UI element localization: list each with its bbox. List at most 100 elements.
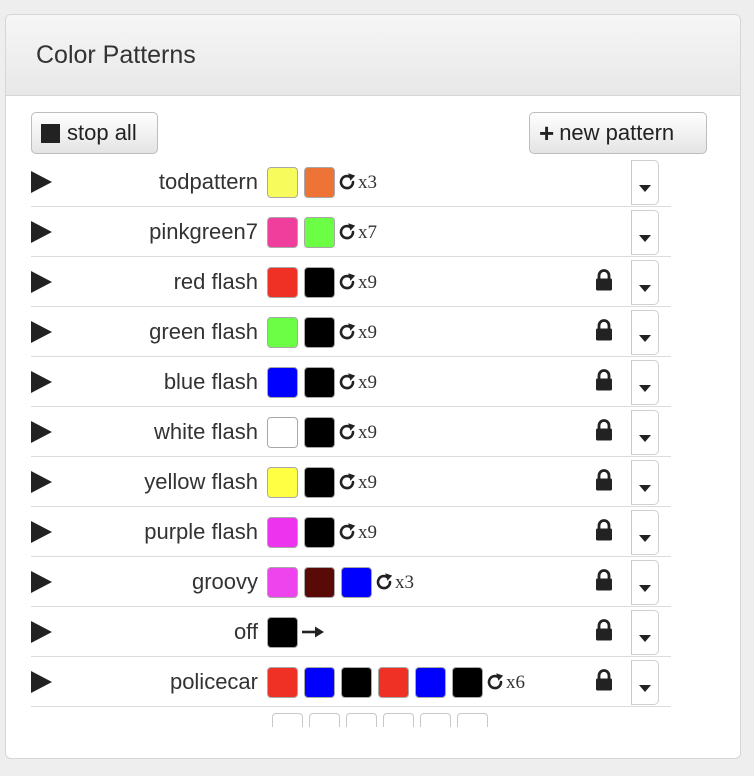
repeat-indicator: x3 xyxy=(374,572,414,592)
pattern-menu-button[interactable] xyxy=(631,360,659,405)
pattern-name[interactable]: red flash xyxy=(174,269,258,295)
lock-icon xyxy=(593,368,615,392)
play-icon[interactable] xyxy=(31,671,52,693)
pattern-row: blue flash x9 xyxy=(31,357,671,407)
color-swatch[interactable] xyxy=(304,316,335,348)
pattern-name[interactable]: yellow flash xyxy=(144,469,258,495)
color-swatches xyxy=(267,615,325,649)
color-swatches: x7 xyxy=(267,215,377,249)
color-swatch[interactable] xyxy=(304,216,335,248)
color-swatch[interactable] xyxy=(378,666,409,698)
caret-down-icon xyxy=(639,685,651,692)
color-swatch[interactable] xyxy=(267,266,298,298)
color-swatches: x6 xyxy=(267,665,525,699)
pattern-list: todpattern x3 pinkgreen7 x7 red flash x9 green… xyxy=(31,157,671,727)
pattern-name[interactable]: blue flash xyxy=(164,369,258,395)
color-swatch[interactable] xyxy=(267,566,298,598)
play-icon[interactable] xyxy=(31,371,52,393)
color-swatch[interactable] xyxy=(267,366,298,398)
color-swatch[interactable] xyxy=(304,566,335,598)
pattern-name[interactable]: off xyxy=(234,619,258,645)
pattern-row: pinkgreen7 x7 xyxy=(31,207,671,257)
play-icon[interactable] xyxy=(31,521,52,543)
color-swatch[interactable] xyxy=(267,416,298,448)
color-swatch[interactable] xyxy=(341,666,372,698)
panel-heading: Color Patterns xyxy=(6,15,740,96)
pattern-menu-button[interactable] xyxy=(631,610,659,655)
lock-icon xyxy=(593,618,615,642)
patterns-toolbar: stop all + new pattern xyxy=(31,112,707,156)
play-icon[interactable] xyxy=(31,471,52,493)
pattern-name[interactable]: white flash xyxy=(154,419,258,445)
pattern-menu-button[interactable] xyxy=(631,460,659,505)
play-icon[interactable] xyxy=(31,271,52,293)
play-icon[interactable] xyxy=(31,321,52,343)
caret-down-icon xyxy=(639,285,651,292)
pattern-row: yellow flash x9 xyxy=(31,457,671,507)
pattern-menu-button[interactable] xyxy=(631,210,659,255)
color-swatch[interactable] xyxy=(304,416,335,448)
color-swatch xyxy=(309,713,340,727)
repeat-indicator: x9 xyxy=(337,522,377,542)
color-swatch[interactable] xyxy=(267,666,298,698)
color-swatches: x3 xyxy=(267,165,377,199)
color-swatch[interactable] xyxy=(341,566,372,598)
color-swatches: x9 xyxy=(267,265,377,299)
play-icon[interactable] xyxy=(31,571,52,593)
lock-icon xyxy=(593,668,615,692)
repeat-icon xyxy=(337,472,357,492)
repeat-count: x9 xyxy=(358,522,377,543)
caret-down-icon xyxy=(639,535,651,542)
play-icon[interactable] xyxy=(31,171,52,193)
pattern-row-partial xyxy=(31,707,671,727)
color-swatch[interactable] xyxy=(267,616,298,648)
stop-all-button[interactable]: stop all xyxy=(31,112,158,154)
color-swatch[interactable] xyxy=(452,666,483,698)
pattern-name[interactable]: pinkgreen7 xyxy=(149,219,258,245)
pattern-menu-button[interactable] xyxy=(631,560,659,605)
pattern-menu-button[interactable] xyxy=(631,660,659,705)
color-swatch[interactable] xyxy=(267,166,298,198)
pattern-name[interactable]: purple flash xyxy=(144,519,258,545)
color-swatches: x9 xyxy=(267,315,377,349)
pattern-row: white flash x9 xyxy=(31,407,671,457)
repeat-icon xyxy=(337,172,357,192)
pattern-name[interactable]: policecar xyxy=(170,669,258,695)
repeat-count: x3 xyxy=(395,572,414,593)
color-swatch[interactable] xyxy=(415,666,446,698)
color-swatch[interactable] xyxy=(304,366,335,398)
repeat-count: x9 xyxy=(358,272,377,293)
play-icon[interactable] xyxy=(31,221,52,243)
color-swatch[interactable] xyxy=(267,516,298,548)
color-swatch xyxy=(346,713,377,727)
repeat-icon xyxy=(485,672,505,692)
color-swatch[interactable] xyxy=(304,666,335,698)
repeat-count: x3 xyxy=(358,172,377,193)
color-swatch[interactable] xyxy=(304,466,335,498)
caret-down-icon xyxy=(639,635,651,642)
new-pattern-button[interactable]: + new pattern xyxy=(529,112,707,154)
repeat-icon xyxy=(337,522,357,542)
color-swatches: x9 xyxy=(267,415,377,449)
color-swatch[interactable] xyxy=(267,466,298,498)
pattern-menu-button[interactable] xyxy=(631,260,659,305)
play-icon[interactable] xyxy=(31,621,52,643)
color-swatch[interactable] xyxy=(304,516,335,548)
pattern-name[interactable]: todpattern xyxy=(159,169,258,195)
color-swatch[interactable] xyxy=(267,316,298,348)
color-swatch[interactable] xyxy=(304,266,335,298)
play-icon[interactable] xyxy=(31,421,52,443)
repeat-icon xyxy=(337,372,357,392)
pattern-name[interactable]: green flash xyxy=(149,319,258,345)
color-swatch xyxy=(420,713,451,727)
color-swatch[interactable] xyxy=(267,216,298,248)
pattern-menu-button[interactable] xyxy=(631,160,659,205)
pattern-menu-button[interactable] xyxy=(631,410,659,455)
color-swatch[interactable] xyxy=(304,166,335,198)
pattern-name[interactable]: groovy xyxy=(192,569,258,595)
pattern-row: purple flash x9 xyxy=(31,507,671,557)
pattern-menu-button[interactable] xyxy=(631,310,659,355)
repeat-indicator: x9 xyxy=(337,422,377,442)
pattern-menu-button[interactable] xyxy=(631,510,659,555)
repeat-indicator: x9 xyxy=(337,372,377,392)
